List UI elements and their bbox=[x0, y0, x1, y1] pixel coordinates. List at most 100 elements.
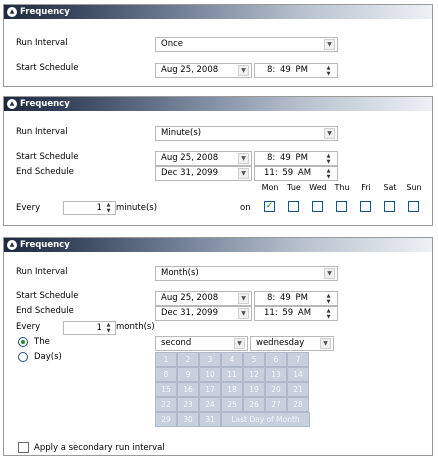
chevron-down-icon[interactable]: ▼ bbox=[324, 268, 335, 279]
end-schedule-label: End Schedule bbox=[16, 306, 74, 316]
start-time-field[interactable]: 8: 49 PM ▲ ▼ bbox=[254, 151, 338, 166]
start-date-picker[interactable]: Aug 25, 2008 ▼ bbox=[155, 291, 252, 306]
run-interval-select[interactable]: Once ▼ bbox=[155, 37, 338, 52]
month-day-cell: 21 bbox=[287, 382, 309, 397]
month-day-cell: 7 bbox=[287, 352, 309, 367]
month-day-cell: 9 bbox=[177, 367, 199, 382]
spinner-arrows-icon[interactable]: ▲ ▼ bbox=[104, 322, 113, 334]
panel-header[interactable]: ▲ Frequency bbox=[4, 238, 432, 252]
day-header-mon: Mon bbox=[261, 183, 279, 192]
ordinal-select[interactable]: second ▼ bbox=[155, 336, 248, 351]
frequency-panel-once: ▲ Frequency Run Interval Once ▼ Start Sc… bbox=[3, 4, 433, 87]
weekday-select[interactable]: wednesday ▼ bbox=[250, 336, 334, 351]
end-time-value: 11: 59 AM bbox=[264, 308, 312, 318]
month-day-cell: 10 bbox=[199, 367, 221, 382]
run-interval-select[interactable]: Month(s) ▼ bbox=[155, 266, 338, 281]
end-date-picker[interactable]: Dec 31, 2099 ▼ bbox=[155, 166, 252, 181]
day-checkbox-sun[interactable] bbox=[408, 201, 419, 212]
every-value: 1 bbox=[96, 203, 102, 213]
day-checkbox-sat[interactable] bbox=[384, 201, 395, 212]
day-checkbox-thu[interactable] bbox=[336, 201, 347, 212]
day-checkbox-tue[interactable] bbox=[288, 201, 299, 212]
start-time-value: 8: 49 PM bbox=[267, 65, 308, 75]
day-checkbox-mon[interactable]: ✓ bbox=[264, 201, 275, 212]
month-day-cell: 6 bbox=[265, 352, 287, 367]
every-value: 1 bbox=[96, 323, 102, 333]
start-time-value: 8: 49 PM bbox=[267, 153, 308, 163]
day-checkbox-fri[interactable] bbox=[360, 201, 371, 212]
last-day-of-month-cell: Last Day of Month bbox=[221, 412, 310, 427]
chevron-down-icon[interactable]: ▼ bbox=[320, 338, 331, 349]
start-date-value: Aug 25, 2008 bbox=[161, 65, 219, 75]
run-interval-value: Month(s) bbox=[161, 268, 199, 278]
chevron-down-icon[interactable]: ▼ bbox=[238, 293, 249, 304]
every-label: Every bbox=[16, 322, 41, 332]
secondary-interval-label: Apply a secondary run interval bbox=[34, 443, 165, 453]
start-time-field[interactable]: 8: 49 PM ▲ ▼ bbox=[254, 63, 338, 78]
ordinal-value: second bbox=[161, 338, 192, 348]
month-day-cell: 13 bbox=[265, 367, 287, 382]
month-day-cell: 24 bbox=[199, 397, 221, 412]
end-date-picker[interactable]: Dec 31, 2099 ▼ bbox=[155, 306, 252, 321]
start-date-picker[interactable]: Aug 25, 2008 ▼ bbox=[155, 63, 252, 78]
collapse-icon[interactable]: ▲ bbox=[7, 99, 17, 109]
run-interval-label: Run Interval bbox=[16, 38, 68, 48]
spinner-arrows-icon[interactable]: ▲ ▼ bbox=[324, 153, 333, 165]
month-day-cell: 1 bbox=[155, 352, 177, 367]
run-interval-value: Minute(s) bbox=[161, 128, 202, 138]
month-day-cell: 23 bbox=[177, 397, 199, 412]
day-header-sat: Sat bbox=[383, 183, 397, 192]
collapse-icon[interactable]: ▲ bbox=[7, 240, 17, 250]
month-day-cell: 26 bbox=[243, 397, 265, 412]
month-day-cell: 17 bbox=[199, 382, 221, 397]
end-date-value: Dec 31, 2099 bbox=[161, 308, 219, 318]
end-time-field[interactable]: 11: 59 AM ▲ ▼ bbox=[254, 306, 338, 321]
radio-selected-dot bbox=[21, 340, 25, 344]
spinner-arrows-icon[interactable]: ▲ ▼ bbox=[324, 65, 333, 77]
month-day-cell: 2 bbox=[177, 352, 199, 367]
weekday-value: wednesday bbox=[256, 338, 305, 348]
spinner-arrows-icon[interactable]: ▲ ▼ bbox=[104, 202, 113, 214]
radio-days[interactable] bbox=[18, 352, 28, 362]
run-interval-value: Once bbox=[161, 39, 183, 49]
start-date-picker[interactable]: Aug 25, 2008 ▼ bbox=[155, 151, 252, 166]
chevron-down-icon[interactable]: ▼ bbox=[238, 153, 249, 164]
run-interval-label: Run Interval bbox=[16, 267, 68, 277]
radio-the[interactable] bbox=[18, 337, 28, 347]
month-day-cell: 16 bbox=[177, 382, 199, 397]
end-time-field[interactable]: 11: 59 AM ▲ ▼ bbox=[254, 166, 338, 181]
chevron-down-icon[interactable]: ▼ bbox=[238, 65, 249, 76]
month-day-cell: 19 bbox=[243, 382, 265, 397]
chevron-down-icon[interactable]: ▼ bbox=[238, 308, 249, 319]
chevron-down-icon[interactable]: ▼ bbox=[234, 338, 245, 349]
month-day-cell: 31 bbox=[199, 412, 221, 427]
panel-title: Frequency bbox=[20, 7, 70, 17]
every-minutes-stepper[interactable]: 1 ▲ ▼ bbox=[63, 201, 116, 215]
run-interval-select[interactable]: Minute(s) ▼ bbox=[155, 126, 338, 141]
month-day-cell: 5 bbox=[243, 352, 265, 367]
start-schedule-label: Start Schedule bbox=[16, 152, 79, 162]
start-time-field[interactable]: 8: 49 PM ▲ ▼ bbox=[254, 291, 338, 306]
spinner-arrows-icon[interactable]: ▲ ▼ bbox=[324, 168, 333, 180]
chevron-down-icon[interactable]: ▼ bbox=[238, 168, 249, 179]
spinner-arrows-icon[interactable]: ▲ ▼ bbox=[324, 293, 333, 305]
every-label: Every bbox=[16, 203, 41, 213]
secondary-interval-checkbox[interactable] bbox=[18, 442, 29, 453]
radio-days-label: Day(s) bbox=[34, 352, 62, 362]
panel-header[interactable]: ▲ Frequency bbox=[4, 97, 432, 111]
month-day-cell: 22 bbox=[155, 397, 177, 412]
month-day-cell: 25 bbox=[221, 397, 243, 412]
panel-header[interactable]: ▲ Frequency bbox=[4, 5, 432, 19]
day-checkbox-wed[interactable] bbox=[312, 201, 323, 212]
every-months-stepper[interactable]: 1 ▲ ▼ bbox=[63, 321, 116, 335]
chevron-down-icon[interactable]: ▼ bbox=[324, 39, 335, 50]
every-unit-label: minute(s) bbox=[116, 203, 158, 213]
month-day-cell: 27 bbox=[265, 397, 287, 412]
chevron-down-icon[interactable]: ▼ bbox=[324, 128, 335, 139]
end-schedule-label: End Schedule bbox=[16, 167, 74, 177]
day-header-wed: Wed bbox=[309, 183, 327, 192]
month-day-cell: 18 bbox=[221, 382, 243, 397]
month-day-cell: 28 bbox=[287, 397, 309, 412]
collapse-icon[interactable]: ▲ bbox=[7, 7, 17, 17]
spinner-arrows-icon[interactable]: ▲ ▼ bbox=[324, 308, 333, 320]
